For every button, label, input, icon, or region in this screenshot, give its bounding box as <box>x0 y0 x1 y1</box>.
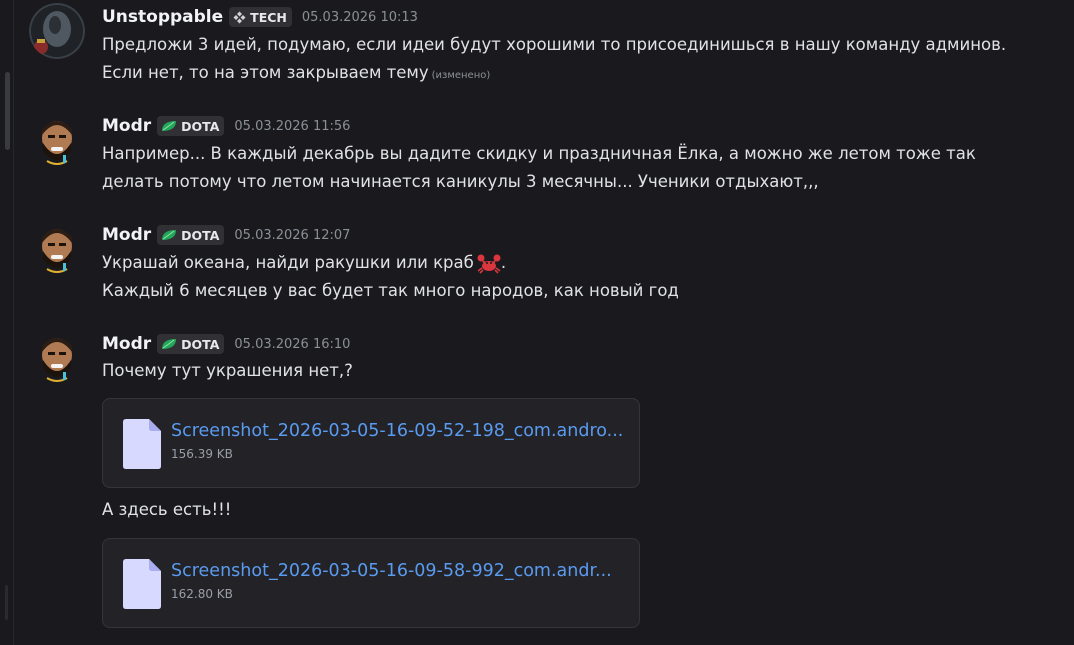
message-text: Если нет, то на этом закрываем тему (изме… <box>102 63 491 82</box>
scrollbar-track-segment <box>5 585 8 620</box>
avatar-modr[interactable] <box>29 221 85 277</box>
message-header: Modr DOTA 05.03.2026 12:07 <box>102 224 350 246</box>
message-text: Например... В каждый декабрь вы дадите с… <box>102 144 976 163</box>
server-tag[interactable]: TECH <box>229 7 292 27</box>
server-tag-label: DOTA <box>181 336 220 352</box>
avatar-modr[interactable] <box>29 113 85 169</box>
username[interactable]: Unstoppable <box>102 7 223 27</box>
timestamp: 05.03.2026 11:56 <box>234 118 351 134</box>
file-document-icon <box>123 419 161 469</box>
avatar-unstoppable[interactable] <box>29 3 85 59</box>
message-header: Unstoppable TECH 05.03.2026 10:13 <box>102 6 418 28</box>
server-tag-label: DOTA <box>181 227 220 243</box>
server-tag-label: TECH <box>250 9 287 25</box>
message-text: Почему тут украшения нет,? <box>102 361 353 380</box>
server-tag-label: DOTA <box>181 118 220 134</box>
diamond-arrows-icon <box>233 11 246 23</box>
server-tag[interactable]: DOTA <box>157 116 225 136</box>
file-name-link[interactable]: Screenshot_2026-03-05-16-09-52-198_com.a… <box>171 421 623 441</box>
gutter-divider <box>13 0 14 645</box>
message-text: Предложи 3 идей, подумаю, если идеи буду… <box>102 35 1007 54</box>
message-header: Modr DOTA 05.03.2026 16:10 <box>102 333 350 355</box>
message-text: Каждый 6 месяцев у вас будет так много н… <box>102 281 679 300</box>
avatar-modr[interactable] <box>29 330 85 386</box>
username[interactable]: Modr <box>102 225 151 245</box>
scrollbar-thumb[interactable] <box>5 72 10 150</box>
green-leaf-icon <box>162 120 177 131</box>
green-leaf-icon <box>162 338 177 349</box>
file-size: 162.80 KB <box>171 587 233 601</box>
message-text: А здесь есть!!! <box>102 500 232 519</box>
file-attachment[interactable]: Screenshot_2026-03-05-16-09-52-198_com.a… <box>102 398 640 488</box>
message-header: Modr DOTA 05.03.2026 11:56 <box>102 115 350 137</box>
green-leaf-icon <box>162 229 177 240</box>
file-name-link[interactable]: Screenshot_2026-03-05-16-09-58-992_com.a… <box>171 561 612 581</box>
timestamp: 05.03.2026 16:10 <box>234 336 351 352</box>
username[interactable]: Modr <box>102 116 151 136</box>
server-tag[interactable]: DOTA <box>157 334 225 354</box>
username[interactable]: Modr <box>102 334 151 354</box>
message-text: делать потому что летом начинается каник… <box>102 172 819 191</box>
file-attachment[interactable]: Screenshot_2026-03-05-16-09-58-992_com.a… <box>102 538 640 628</box>
file-document-icon <box>123 559 161 609</box>
timestamp: 05.03.2026 10:13 <box>301 9 418 25</box>
edited-label: (изменено) <box>431 70 491 81</box>
file-size: 156.39 KB <box>171 447 233 461</box>
timestamp: 05.03.2026 12:07 <box>234 227 351 243</box>
server-tag[interactable]: DOTA <box>157 225 225 245</box>
